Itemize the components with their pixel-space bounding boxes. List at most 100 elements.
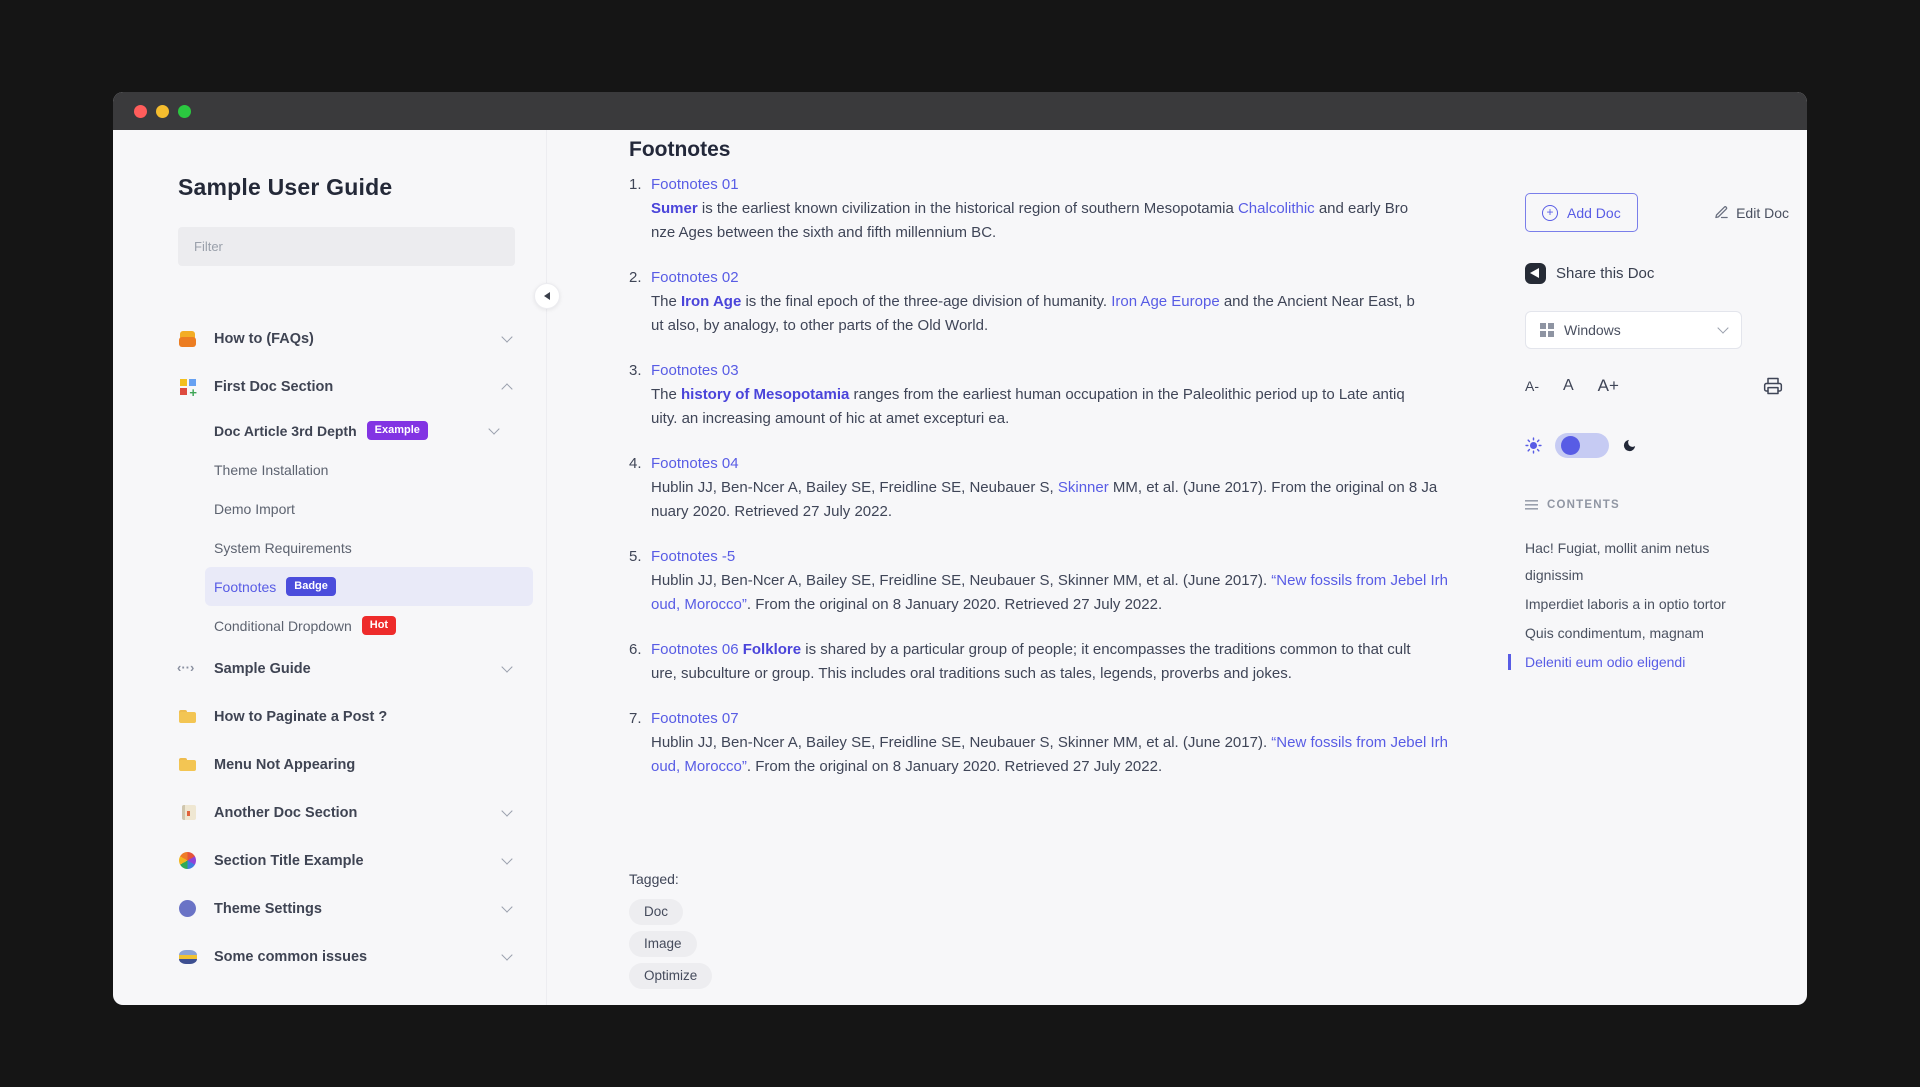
dark-mode-toggle[interactable] <box>1555 433 1609 458</box>
font-increase-button[interactable]: A+ <box>1598 376 1619 396</box>
sidebar-item-section-title-example[interactable]: Section Title Example <box>113 837 546 885</box>
footnote-text: Hublin JJ, Ben-Ncer A, Bailey SE, Freidl… <box>651 479 1058 496</box>
filter-input[interactable] <box>178 227 515 266</box>
platform-select[interactable]: Windows <box>1525 311 1742 349</box>
footnote-number: 6. <box>629 641 642 658</box>
chevron-down-icon[interactable] <box>501 661 513 673</box>
sidebar-item-how-to-faqs[interactable]: How to (FAQs) <box>113 315 546 363</box>
footnote-inline-link[interactable]: Iron Age <box>681 293 741 310</box>
contents-list: Hac! Fugiat, mollit anim netus dignissim… <box>1508 535 1757 676</box>
flower-icon <box>178 851 198 871</box>
footnote-link[interactable]: Footnotes -5 <box>651 545 1448 569</box>
minimize-button[interactable] <box>156 104 169 118</box>
sidebar-item-demo-import[interactable]: Demo Import <box>205 489 533 528</box>
sidebar-item-conditional-dropdown[interactable]: Conditional Dropdown Hot <box>205 606 533 645</box>
footnote-inline-link[interactable]: Footnotes 06 <box>651 641 739 658</box>
sidebar-item-some-common-issues[interactable]: Some common issues <box>113 933 546 981</box>
edit-doc-button[interactable]: Edit Doc <box>1714 205 1789 221</box>
footnotes-list: 1. Footnotes 01 Sumer is the earliest know… <box>629 173 1522 779</box>
footnote-inline-link[interactable]: Sumer <box>651 200 698 217</box>
footnote-inline-link[interactable]: history of Mesopotamia <box>681 386 849 403</box>
sidebar-item-doc-article-3rd-depth[interactable]: Doc Article 3rd Depth Example <box>205 411 533 450</box>
footnote-text: The <box>651 386 682 403</box>
sidebar-item-footnotes[interactable]: Footnotes Badge <box>205 567 533 606</box>
footnote-inline-link[interactable]: oud, Morocco” <box>651 596 747 613</box>
footnote-body: The Iron Age is the final epoch of the t… <box>651 290 1415 338</box>
sidebar-item-menu-not-appearing[interactable]: Menu Not Appearing <box>113 741 546 789</box>
sidebar-item-another-doc-section[interactable]: Another Doc Section <box>113 789 546 837</box>
footnote-number: 1. <box>629 176 642 193</box>
contents-item[interactable]: Imperdiet laboris a in optio tortor <box>1525 591 1757 618</box>
footnote-number: 7. <box>629 710 642 727</box>
sidebar-item-system-requirements[interactable]: System Requirements <box>205 528 533 567</box>
footnote-content: Footnotes -5 Hublin JJ, Ben-Ncer A, Baile… <box>651 545 1448 617</box>
footnote-item: 2. Footnotes 02 The Iron Age is the final … <box>629 266 1522 338</box>
chevron-down-icon[interactable] <box>501 853 513 865</box>
windows-logo-icon <box>1540 323 1554 337</box>
contents-item-active[interactable]: Deleniti eum odio eligendi <box>1508 649 1757 676</box>
sidebar-collapse-button[interactable] <box>534 283 560 309</box>
maximize-button[interactable] <box>178 104 191 118</box>
sidebar-item-label: Theme Installation <box>214 461 329 478</box>
tag-optimize[interactable]: Optimize <box>629 963 713 989</box>
share-label: Share this Doc <box>1556 265 1655 282</box>
font-decrease-button[interactable]: A- <box>1525 378 1539 394</box>
share-icon <box>1525 263 1546 284</box>
sidebar-item-theme-installation[interactable]: Theme Installation <box>205 450 533 489</box>
footnote-text: Hublin JJ, Ben-Ncer A, Bailey SE, Freidl… <box>651 734 1272 751</box>
footnote-item: 4. Footnotes 04 Hublin JJ, Ben-Ncer A, Bai… <box>629 452 1522 524</box>
badge-hot: Hot <box>361 616 397 635</box>
footnote-content: Footnotes 07 Hublin JJ, Ben-Ncer A, Baile… <box>651 707 1448 779</box>
sidebar-item-sample-guide[interactable]: Sample Guide <box>113 645 546 693</box>
font-normal-button[interactable]: A <box>1563 377 1574 395</box>
chevron-down-icon[interactable] <box>488 422 500 435</box>
footnote-inline-link[interactable]: Iron Age Europe <box>1111 293 1219 310</box>
footnote-content: Footnotes 06 Folklore is shared by a par… <box>651 638 1411 686</box>
sidebar-item-label: Doc Article 3rd Depth <box>214 422 357 439</box>
add-doc-button[interactable]: Add Doc <box>1525 193 1638 232</box>
chevron-down-icon[interactable] <box>501 901 513 913</box>
footnote-body: Hublin JJ, Ben-Ncer A, Bailey SE, Freidl… <box>651 476 1437 524</box>
share-doc-button[interactable]: Share this Doc <box>1525 263 1789 284</box>
footnote-inline-link[interactable]: oud, Morocco” <box>651 758 747 775</box>
footnote-inline-link[interactable]: Chalcolithic <box>1238 200 1315 217</box>
footnote-link[interactable]: Footnotes 03 <box>651 359 1405 383</box>
sidebar-item-label: Conditional Dropdown <box>214 617 352 634</box>
footnote-text: is the earliest known civilization in th… <box>697 200 1238 217</box>
close-button[interactable] <box>134 104 147 118</box>
footnote-text: and the Ancient Near East, b <box>1219 293 1415 310</box>
sun-icon <box>1525 437 1542 454</box>
print-button[interactable] <box>1763 376 1783 396</box>
chevron-up-icon[interactable] <box>501 383 513 395</box>
footnote-text: Hublin JJ, Ben-Ncer A, Bailey SE, Freidl… <box>651 572 1272 589</box>
sidebar-item-label: Demo Import <box>214 500 295 517</box>
footnote-content: Footnotes 02 The Iron Age is the final ep… <box>651 266 1415 338</box>
footnote-text: ut also, by analogy, to other parts of t… <box>651 317 989 334</box>
tags-list: Doc Image Optimize <box>629 899 1522 989</box>
contents-item[interactable]: Quis condimentum, magnam <box>1525 620 1757 647</box>
footnote-link[interactable]: Footnotes 01 <box>651 173 1408 197</box>
sidebar-item-label: Menu Not Appearing <box>214 757 356 773</box>
sidebar: Sample User Guide How to (FAQs) First Doc… <box>113 130 547 1005</box>
sidebar-item-how-to-paginate-a-post[interactable]: How to Paginate a Post ? <box>113 693 546 741</box>
footnote-inline-link[interactable]: “New fossils from Jebel Irh <box>1271 572 1448 589</box>
sidebar-item-theme-settings[interactable]: Theme Settings <box>113 885 546 933</box>
contents-item[interactable]: Hac! Fugiat, mollit anim netus dignissim <box>1525 535 1757 589</box>
chevron-down-icon[interactable] <box>501 949 513 961</box>
footnote-inline-link[interactable]: Skinner <box>1058 479 1109 496</box>
tag-image[interactable]: Image <box>629 931 697 957</box>
chevron-down-icon[interactable] <box>501 805 513 817</box>
footnote-text: . From the original on 8 January 2020. R… <box>746 596 1163 613</box>
footnote-link[interactable]: Footnotes 02 <box>651 266 1415 290</box>
footnote-link[interactable]: Footnotes 07 <box>651 707 1448 731</box>
code-icon <box>177 659 198 679</box>
footnote-item: 1. Footnotes 01 Sumer is the earliest know… <box>629 173 1522 245</box>
sidebar-item-label: Some common issues <box>214 949 368 965</box>
chevron-down-icon[interactable] <box>501 331 513 343</box>
footnote-inline-link[interactable]: “New fossils from Jebel Irh <box>1271 734 1448 751</box>
footnote-inline-link[interactable]: Folklore <box>743 641 801 658</box>
sidebar-item-label: Theme Settings <box>214 901 322 917</box>
tag-doc[interactable]: Doc <box>629 899 684 925</box>
footnote-link[interactable]: Footnotes 04 <box>651 452 1437 476</box>
sidebar-item-first-doc-section[interactable]: First Doc Section <box>113 363 546 411</box>
